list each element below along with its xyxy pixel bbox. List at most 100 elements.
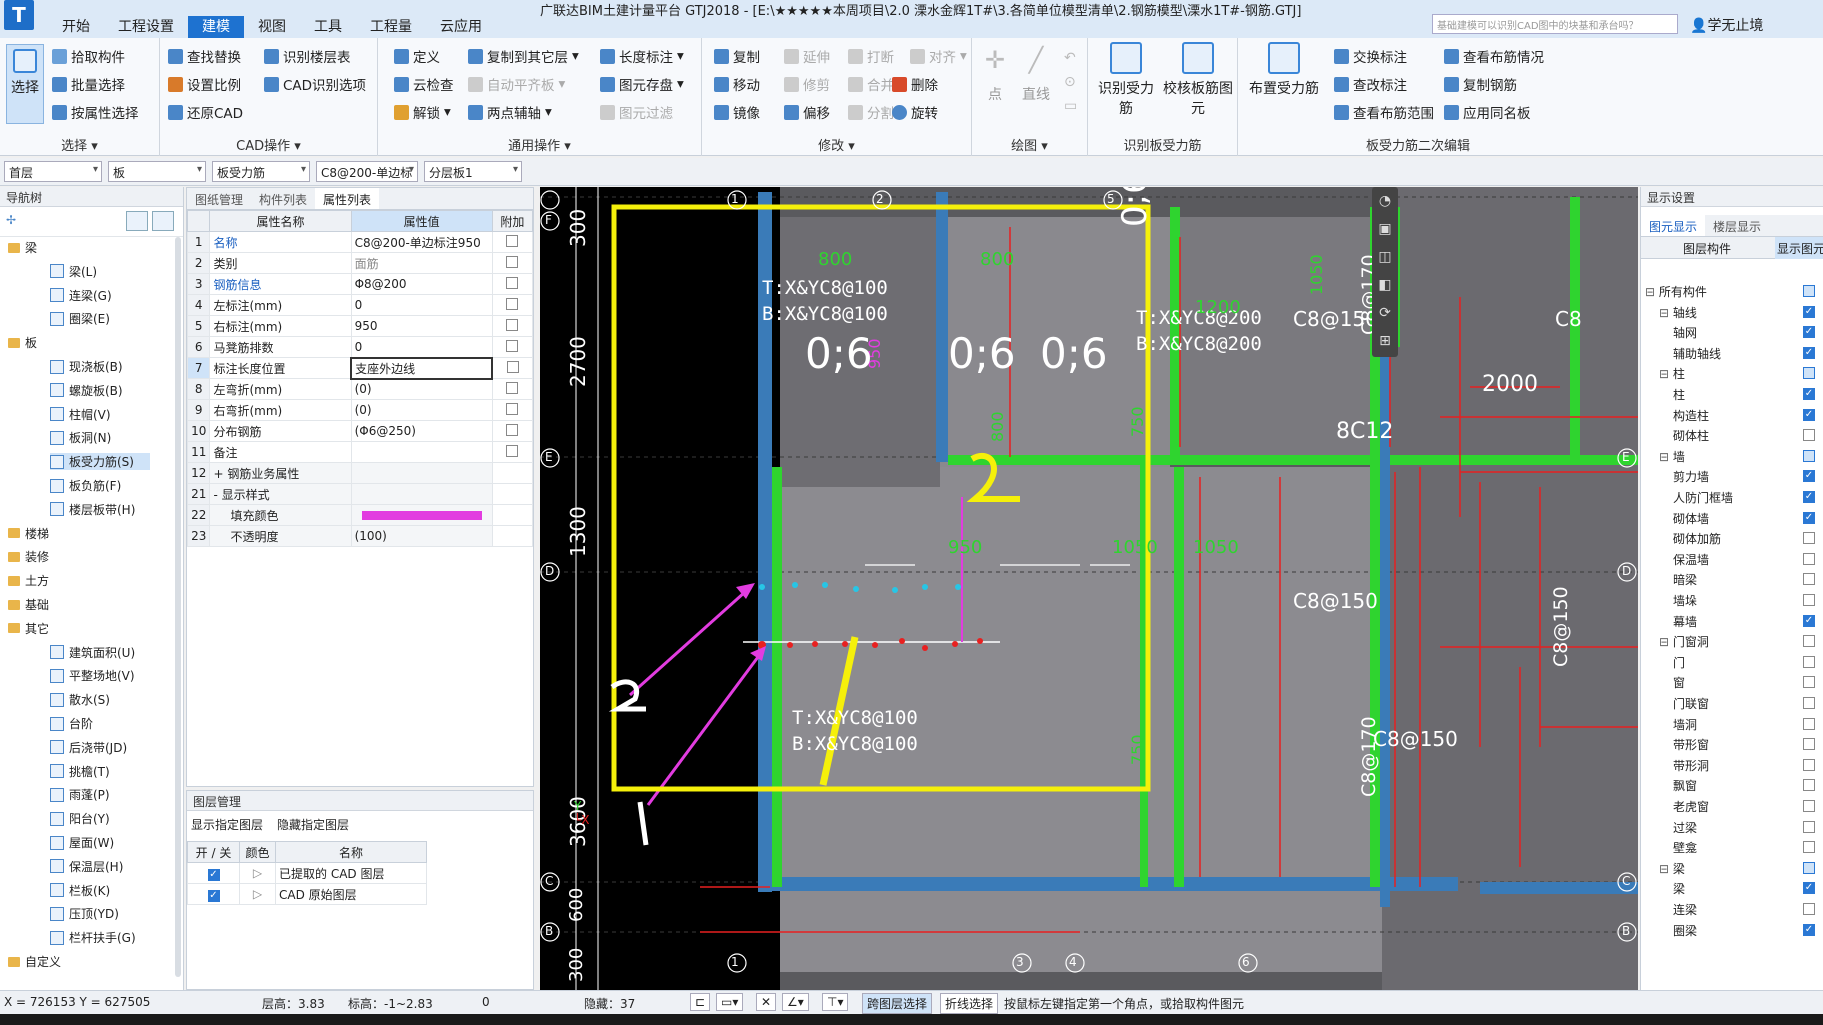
recognize-floor-table-button[interactable]: 识别楼层表 [264,46,351,66]
display-item[interactable]: 带形窗 [1673,736,1823,754]
property-row[interactable]: 5 右标注(mm) 950 [186,315,534,337]
tab-component-list[interactable]: 构件列表 [251,188,315,209]
display-item[interactable]: 辅助轴线 ✓ [1673,345,1823,363]
display-checkbox[interactable] [1803,820,1815,833]
nav-item[interactable]: 板洞(N) [50,429,111,446]
extra-checkbox[interactable] [506,381,519,394]
display-item[interactable]: 墙垛 [1673,592,1823,610]
property-value[interactable]: (0) [350,399,493,421]
restore-cad-button[interactable]: 还原CAD [168,102,243,122]
nav-item[interactable]: 屋面(W) [50,834,114,851]
display-checkbox[interactable]: ✓ [1803,408,1815,421]
property-row[interactable]: 7 标注长度位置 支座外边线 [186,356,534,380]
display-checkbox[interactable]: ✓ [1803,511,1815,524]
display-item[interactable]: 过梁 [1673,819,1823,837]
menu-modeling[interactable]: 建模 [188,16,244,38]
display-checkbox[interactable] [1803,697,1815,709]
collapse-icon[interactable]: ⊟ [1659,635,1673,649]
extra-checkbox[interactable] [506,402,519,415]
display-item[interactable]: 飘窗 [1673,777,1823,795]
view-toolbar[interactable]: ◔ ▣ ◫ ◧ ⟳ ⊞ [1372,187,1398,357]
two-point-axis-button[interactable]: 两点辅轴 ▾ [468,102,552,122]
property-value[interactable]: 950 [350,315,493,337]
display-checkbox[interactable] [1803,841,1815,854]
place-rebar-button[interactable]: 布置受力筋 [1244,42,1324,98]
extra-checkbox[interactable] [506,255,519,268]
tab-element-display[interactable]: 图元显示 [1641,215,1706,236]
menu-tools[interactable]: 工具 [300,16,356,38]
copy-to-floor-button[interactable]: 复制到其它层 ▾ [468,46,579,66]
display-item[interactable]: 人防门框墙 ✓ [1673,489,1823,507]
display-item[interactable]: 带形洞 [1673,757,1823,775]
show-layer-button[interactable]: 显示指定图层 [191,816,263,836]
property-row[interactable]: 22 填充颜色 [186,504,534,526]
canvas-svg[interactable] [540,187,1638,990]
layer-toggle-checkbox[interactable]: ✓ [207,889,220,902]
tab-drawing-management[interactable]: 图纸管理 [187,188,251,209]
grid-view-icon[interactable] [152,211,174,231]
slab-label-top-3[interactable]: T:X&YC8@100 [792,707,918,729]
display-checkbox[interactable]: ✓ [1803,491,1815,503]
nav-item[interactable]: 基础 [8,596,49,613]
display-item[interactable]: 墙洞 [1673,716,1823,734]
extra-checkbox[interactable] [506,423,519,436]
extra-checkbox[interactable] [506,318,519,331]
menu-cloud[interactable]: 云应用 [426,16,496,38]
offset-button[interactable]: 偏移 [784,102,830,122]
element-filter-button[interactable]: 图元过滤 [600,102,673,122]
nav-item[interactable]: 栏杆扶手(G) [50,929,136,946]
nav-item[interactable]: 楼梯 [8,525,49,542]
property-value[interactable]: C8@200-单边标注950 [350,231,493,253]
delete-button[interactable]: 删除 [892,74,938,94]
nav-item[interactable]: 散水(S) [50,691,110,708]
nav-item[interactable]: 平整场地(V) [50,667,135,684]
property-value[interactable]: 0 [350,336,493,358]
subtype-select[interactable]: 板受力筋 [212,161,310,182]
display-checkbox[interactable] [1803,429,1815,442]
extra-checkbox[interactable] [506,339,519,352]
menu-project-settings[interactable]: 工程设置 [104,16,188,38]
slab-label-top[interactable]: T:X&YC8@100 [762,277,888,299]
help-search-input[interactable]: 基础建模可以识别CAD图中的块基和承台吗？ [1432,14,1678,34]
property-value[interactable] [350,462,493,484]
move-button[interactable]: 移动 [714,74,760,94]
general-group-label[interactable]: 通用操作 ▾ [378,135,701,154]
merge-button[interactable]: 合并 [848,74,894,94]
layer-toggle-checkbox[interactable]: ✓ [207,868,220,881]
nav-item[interactable]: 栏板(K) [50,882,110,899]
floor-select[interactable]: 首层 [4,161,102,182]
display-item[interactable]: 门联窗 [1673,695,1823,713]
set-scale-button[interactable]: 设置比例 [168,74,241,94]
nav-item[interactable]: 装修 [8,548,49,565]
display-item[interactable]: ⊟ 门窗洞 [1659,633,1823,651]
display-item[interactable]: ⊟ 所有构件 [1645,283,1823,301]
collapse-icon[interactable]: ⊟ [1659,367,1673,381]
display-checkbox[interactable] [1803,738,1815,751]
extra-checkbox[interactable] [506,276,519,289]
draw-group-label[interactable]: 绘图 ▾ [972,135,1087,154]
nav-item[interactable]: 后浇带(JD) [50,739,127,756]
rotate-button[interactable]: 旋转 [892,102,938,122]
display-checkbox[interactable]: ✓ [1803,882,1815,895]
nav-item[interactable]: 梁(L) [50,263,97,280]
property-row[interactable]: 8 左弯折(mm) (0) [186,378,534,400]
property-row[interactable]: 9 右弯折(mm) (0) [186,399,534,421]
find-replace-button[interactable]: 查找替换 [168,46,241,66]
property-row[interactable]: 1 名称 C8@200-单边标注950 [186,231,534,253]
nav-item[interactable]: 自定义 [8,953,61,970]
rebar-label-c8[interactable]: C8 [1555,307,1582,331]
line-button[interactable]: ╱ 直线 [1016,46,1056,104]
display-checkbox[interactable]: ✓ [1803,388,1815,400]
display-checkbox[interactable] [1803,903,1815,915]
nav-item[interactable]: 楼层板带(H) [50,501,135,518]
nav-item[interactable]: 梁 [8,239,37,256]
property-row[interactable]: 2 类别 面筋 [186,252,534,274]
nav-item[interactable]: 柱帽(V) [50,406,111,423]
cloud-check-button[interactable]: 云检查 [394,74,454,94]
display-item[interactable]: 暗梁 [1673,571,1823,589]
display-item[interactable]: 壁龛 [1673,839,1823,857]
nav-item[interactable]: 台阶 [50,715,93,732]
display-checkbox[interactable] [1803,861,1815,874]
property-value[interactable]: Φ8@200 [350,273,493,295]
swap-label-button[interactable]: 交换标注 [1334,46,1407,66]
